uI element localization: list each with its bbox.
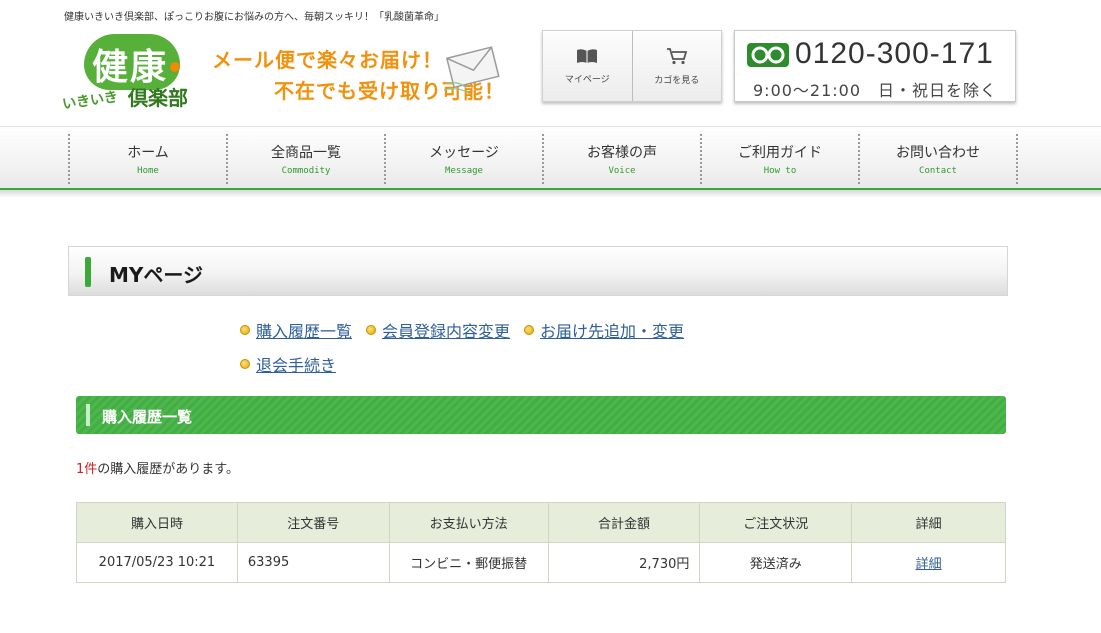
- page-title: MYページ: [109, 263, 203, 287]
- cell-amount: 2,730円: [547, 542, 701, 583]
- nav-item-howto[interactable]: ご利用ガイド How to: [702, 134, 860, 184]
- nav-shadow: [0, 190, 1101, 198]
- nav-label: ホーム: [127, 145, 169, 161]
- table-row: 2017/05/23 10:21 63395 コンビニ・郵便振替 2,730円 …: [76, 542, 1006, 583]
- history-count: 1件: [76, 462, 98, 477]
- nav-item-commodity[interactable]: 全商品一覧 Commodity: [228, 134, 386, 184]
- logo-sub-text-1: いきいき: [61, 89, 119, 113]
- link-purchase-history[interactable]: 購入履歴一覧: [240, 318, 352, 342]
- nav-item-message[interactable]: メッセージ Message: [386, 134, 544, 184]
- freedial-icon: [747, 43, 789, 67]
- section-title: 購入履歴一覧: [102, 408, 193, 426]
- detail-link[interactable]: 詳細: [916, 557, 942, 572]
- link-delivery-address[interactable]: お届け先追加・変更: [524, 318, 684, 342]
- mypage-button[interactable]: マイページ: [543, 31, 632, 101]
- nav-item-voice[interactable]: お客様の声 Voice: [544, 134, 702, 184]
- envelope-icon: [444, 46, 500, 95]
- link-member-info-edit[interactable]: 会員登録内容変更: [366, 318, 510, 342]
- mypage-links: 購入履歴一覧 会員登録内容変更 お届け先追加・変更 退会手続き: [240, 318, 760, 386]
- nav-sublabel: Voice: [608, 166, 636, 176]
- col-header-date: 購入日時: [76, 502, 238, 543]
- col-header-amount: 合計金額: [547, 502, 701, 543]
- logo-sub-text-2: 倶楽部: [128, 86, 188, 110]
- link-label: 購入履歴一覧: [256, 322, 353, 341]
- history-count-suffix: の購入履歴があります。: [97, 462, 239, 477]
- mypage-button-label: マイページ: [564, 74, 610, 85]
- col-header-order-no: 注文番号: [236, 502, 390, 543]
- nav-label: メッセージ: [429, 145, 499, 161]
- site-logo[interactable]: 健康 いきいき 倶楽部: [61, 34, 192, 114]
- view-cart-button[interactable]: カゴを見る: [631, 31, 722, 101]
- history-section-bar: 購入履歴一覧: [76, 396, 1006, 434]
- nav-label: お問い合わせ: [896, 145, 980, 161]
- phone-hours: 9:00～21:00 日・祝日を除く: [753, 81, 998, 100]
- col-header-status: ご注文状況: [699, 502, 853, 543]
- cell-detail: 詳細: [851, 542, 1006, 583]
- global-nav: ホーム Home 全商品一覧 Commodity メッセージ Message お…: [68, 134, 1018, 184]
- logo-dot: [170, 62, 180, 72]
- book-icon: [577, 48, 598, 63]
- link-label: 退会手続き: [256, 356, 337, 375]
- link-withdraw[interactable]: 退会手続き: [240, 352, 336, 376]
- bullet-icon: [366, 325, 377, 335]
- phone-box: 0120-300-171 9:00～21:00 日・祝日を除く: [734, 30, 1016, 102]
- link-label: 会員登録内容変更: [382, 322, 511, 341]
- cell-order-no: 63395: [236, 542, 390, 583]
- bullet-icon: [240, 325, 250, 335]
- nav-label: 全商品一覧: [271, 145, 341, 161]
- header-buttons: マイページ カゴを見る: [542, 30, 722, 102]
- nav-item-home[interactable]: ホーム Home: [70, 134, 228, 184]
- purchase-history-table: 購入日時 注文番号 お支払い方法 合計金額 ご注文状況 詳細 2017/05/2…: [76, 502, 1006, 583]
- mypage-title-bar: MYページ: [68, 246, 1008, 296]
- cart-icon: [666, 47, 687, 64]
- view-cart-button-label: カゴを見る: [654, 75, 700, 86]
- nav-sublabel: Home: [137, 166, 159, 176]
- nav-sublabel: Message: [445, 166, 483, 176]
- cell-date: 2017/05/23 10:21: [76, 542, 238, 583]
- link-label: お届け先追加・変更: [540, 322, 685, 341]
- nav-label: ご利用ガイド: [738, 145, 822, 161]
- col-header-payment: お支払い方法: [388, 502, 549, 543]
- bullet-icon: [240, 359, 250, 369]
- col-header-detail: 詳細: [851, 502, 1006, 543]
- phone-number: 0120-300-171: [795, 37, 994, 70]
- nav-sublabel: Contact: [919, 166, 957, 176]
- nav-sublabel: Commodity: [281, 166, 331, 176]
- site-tagline: 健康いきいき倶楽部、ぽっこりお腹にお悩みの方へ、毎朝スッキリ！「乳酸菌革命」: [64, 12, 444, 23]
- table-header-row: 購入日時 注文番号 お支払い方法 合計金額 ご注文状況 詳細: [76, 502, 1006, 543]
- bullet-icon: [524, 325, 535, 335]
- nav-label: お客様の声: [587, 145, 657, 161]
- cell-payment: コンビニ・郵便振替: [388, 542, 549, 583]
- nav-sublabel: How to: [763, 166, 797, 176]
- history-count-line: 1件の購入履歴があります。: [76, 458, 239, 477]
- cell-status: 発送済み: [699, 542, 853, 583]
- nav-item-contact[interactable]: お問い合わせ Contact: [860, 134, 1018, 184]
